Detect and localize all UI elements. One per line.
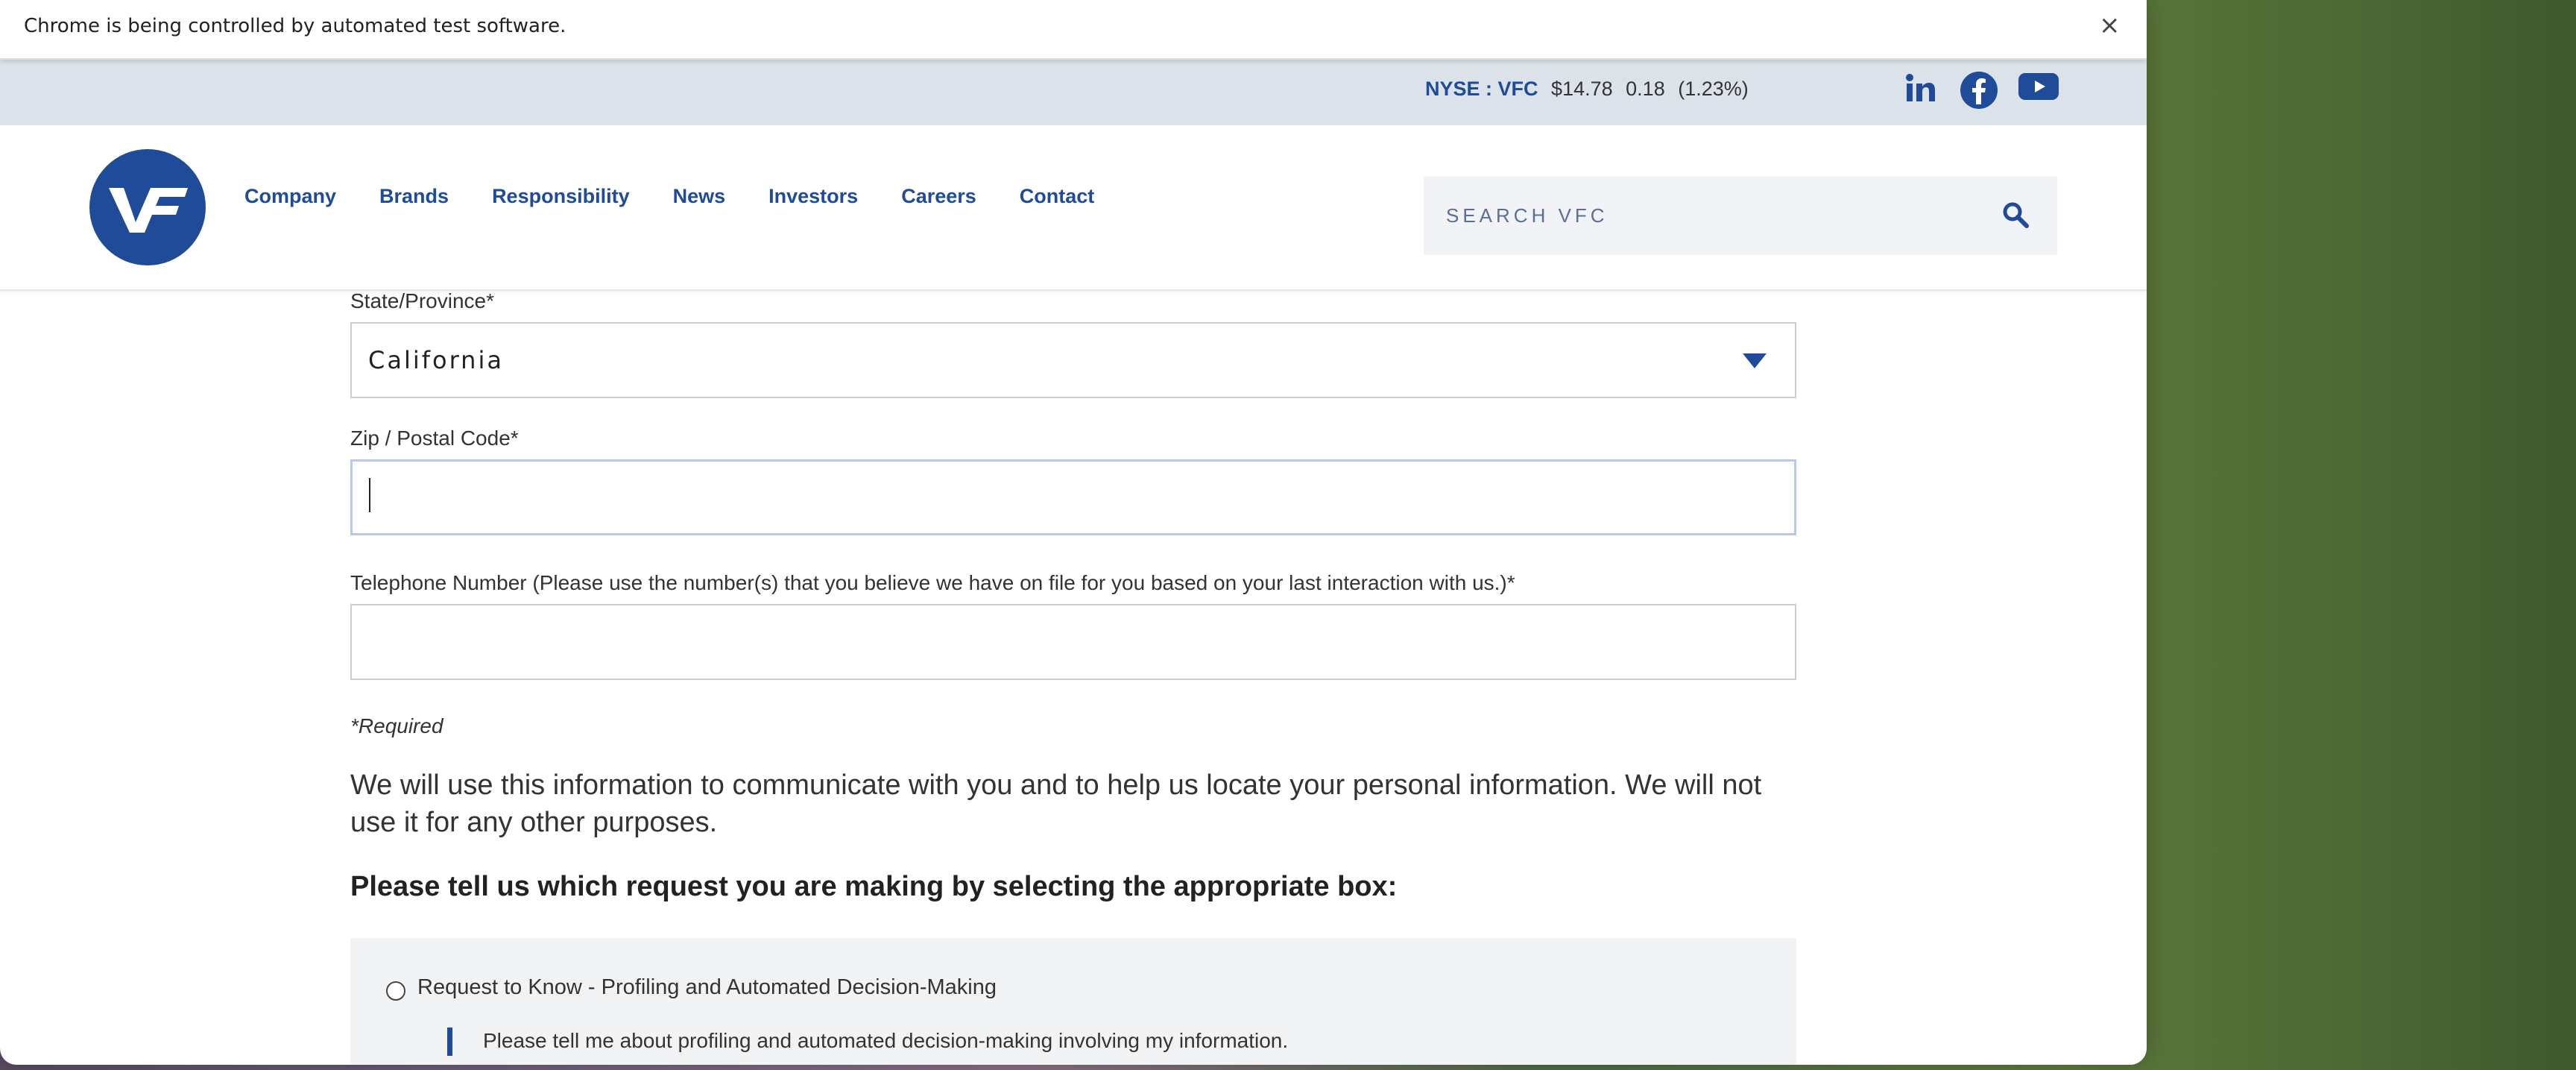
nav-brands[interactable]: Brands <box>379 185 449 208</box>
description-accent-bar <box>447 1027 452 1056</box>
search-input[interactable] <box>1445 198 1969 233</box>
utility-bar: NYSE : VFC $14.78 0.18 (1.23%) <box>0 60 2147 125</box>
nav-contact[interactable]: Contact <box>1020 185 1095 208</box>
linkedin-icon[interactable] <box>1904 72 1938 109</box>
info-text: We will use this information to communic… <box>350 770 1762 838</box>
close-icon[interactable]: × <box>2099 10 2121 40</box>
ticker-price: $14.78 <box>1551 78 1613 100</box>
state-select[interactable]: California <box>350 322 1796 398</box>
zip-label: Zip / Postal Code* <box>350 427 519 450</box>
facebook-icon[interactable] <box>1960 72 1998 112</box>
nav-company[interactable]: Company <box>244 185 336 208</box>
stock-ticker: NYSE : VFC $14.78 0.18 (1.23%) <box>1425 78 1749 101</box>
browser-window: Chrome is being controlled by automated … <box>0 0 2147 1065</box>
automation-info-bar: Chrome is being controlled by automated … <box>0 0 2147 60</box>
nav-careers[interactable]: Careers <box>901 185 976 208</box>
required-note: *Required <box>350 714 443 737</box>
request-option: Request to Know - Profiling and Automate… <box>350 938 1796 1065</box>
nav-responsibility[interactable]: Responsibility <box>492 185 630 208</box>
info-bar-message: Chrome is being controlled by automated … <box>24 15 566 37</box>
nav-news[interactable]: News <box>673 185 726 208</box>
ticker-symbol: NYSE : VFC <box>1425 78 1538 100</box>
text-cursor <box>369 478 370 512</box>
zip-field[interactable] <box>350 459 1796 535</box>
phone-label: Telephone Number (Please use the number(… <box>350 571 1515 594</box>
request-radio[interactable] <box>386 981 405 1001</box>
youtube-icon[interactable] <box>2018 72 2059 104</box>
ticker-percent: (1.23%) <box>1678 78 1749 100</box>
request-question: Please tell us which request you are mak… <box>350 871 1398 902</box>
nav-investors[interactable]: Investors <box>768 185 858 208</box>
request-option-label[interactable]: Request to Know - Profiling and Automate… <box>417 975 997 1000</box>
vf-logo[interactable] <box>89 149 206 268</box>
phone-field[interactable] <box>350 604 1796 680</box>
main-nav: Company Brands Responsibility News Inves… <box>244 185 1137 208</box>
chevron-down-icon <box>1743 353 1767 371</box>
ticker-change: 0.18 <box>1626 78 1665 100</box>
site-header: Company Brands Responsibility News Inves… <box>0 125 2147 291</box>
search-box <box>1424 176 2057 255</box>
search-icon[interactable] <box>2002 201 2029 231</box>
state-label: State/Province* <box>350 289 494 312</box>
state-selected-value: California <box>368 346 504 374</box>
request-option-description: Please tell me about profiling and autom… <box>483 1029 1289 1052</box>
